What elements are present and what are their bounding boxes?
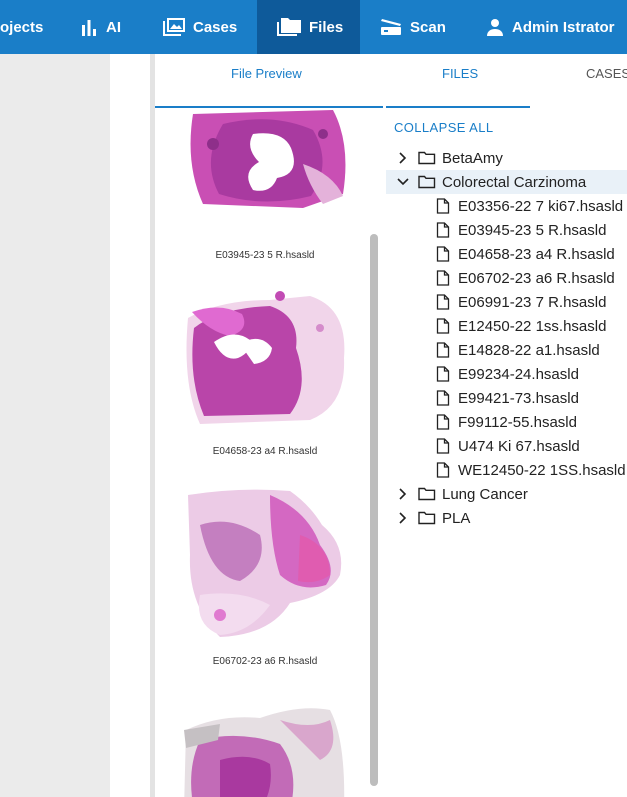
folder-label: Lung Cancer	[442, 485, 528, 503]
file-label: E03945-23 5 R.hsasld	[458, 221, 607, 239]
file-preview-panel: E03945-23 5 R.hsasld E04658-23 a4 R.hsas…	[155, 110, 383, 797]
tab-cases[interactable]: CASES	[586, 66, 627, 81]
file-icon	[436, 198, 450, 214]
file-icon	[436, 318, 450, 334]
chevron-right-icon[interactable]	[396, 487, 410, 501]
file-label: E99421-73.hsasld	[458, 389, 579, 407]
left-panel-background	[0, 54, 110, 797]
file-icon	[436, 414, 450, 430]
collapse-all-button[interactable]: COLLAPSE ALL	[394, 120, 493, 135]
thumbnail-caption: E03945-23 5 R.hsasld	[215, 250, 315, 261]
tree-file[interactable]: WE12450-22 1SS.hsasld	[436, 458, 626, 482]
nav-scan[interactable]: Scan	[380, 0, 446, 54]
file-icon	[436, 222, 450, 238]
tree-file[interactable]: E06702-23 a6 R.hsasld	[436, 266, 615, 290]
tree-file[interactable]: E99234-24.hsasld	[436, 362, 579, 386]
thumbnail-caption: E04658-23 a4 R.hsasld	[212, 446, 318, 457]
tree-file[interactable]: E06991-23 7 R.hsasld	[436, 290, 606, 314]
tree-folder-pla[interactable]: PLA	[396, 506, 470, 530]
tree-file[interactable]: E12450-22 1ss.hsasld	[436, 314, 606, 338]
thumbnail-caption: E06702-23 a6 R.hsasld	[212, 656, 318, 667]
tree-file[interactable]: E03356-22 7 ki67.hsasld	[436, 194, 623, 218]
file-label: WE12450-22 1SS.hsasld	[458, 461, 626, 479]
slide-thumbnail[interactable]	[180, 485, 350, 640]
nav-ai[interactable]: AI	[80, 0, 121, 54]
file-label: E06702-23 a6 R.hsasld	[458, 269, 615, 287]
nav-ai-label: AI	[106, 18, 121, 36]
file-icon	[436, 390, 450, 406]
left-panel-gutter	[110, 54, 152, 797]
slide-thumbnail[interactable]	[180, 700, 350, 797]
tree-folder-colorectal-carzinoma[interactable]: Colorectal Carzinoma	[386, 170, 627, 194]
nav-cases[interactable]: Cases	[163, 0, 237, 54]
preview-scrollbar[interactable]	[370, 234, 378, 786]
file-label: E06991-23 7 R.hsasld	[458, 293, 607, 311]
file-icon	[436, 366, 450, 382]
tab-files[interactable]: FILES	[442, 66, 478, 81]
folder-icon	[418, 151, 436, 165]
nav-files[interactable]: Files	[257, 0, 360, 54]
slide-thumbnail[interactable]	[183, 110, 353, 214]
tree-file[interactable]: E99421-73.hsasld	[436, 386, 579, 410]
folder-label: BetaAmy	[442, 149, 503, 167]
top-nav-bar: ojects AI Cases Files Scan Admin Istrato…	[0, 0, 627, 54]
file-icon	[436, 462, 450, 478]
tree-folder-betaamy[interactable]: BetaAmy	[396, 146, 503, 170]
file-label: E99234-24.hsasld	[458, 365, 579, 383]
tree-file[interactable]: E03945-23 5 R.hsasld	[436, 218, 606, 242]
file-label: E03356-22 7 ki67.hsasld	[458, 197, 624, 215]
file-icon	[436, 270, 450, 286]
file-icon	[436, 294, 450, 310]
chevron-right-icon[interactable]	[396, 151, 410, 165]
tab-files-underline	[386, 106, 530, 108]
tree-file[interactable]: F99112-55.hsasld	[436, 410, 577, 434]
nav-files-label: Files	[309, 18, 344, 36]
chevron-down-icon[interactable]	[396, 175, 410, 189]
chevron-right-icon[interactable]	[396, 511, 410, 525]
file-label: F99112-55.hsasld	[458, 413, 577, 431]
folder-icon	[418, 175, 436, 189]
folder-label: PLA	[442, 509, 471, 527]
file-icon	[436, 246, 450, 262]
nav-scan-label: Scan	[410, 18, 446, 36]
scanner-icon	[380, 18, 402, 36]
nav-cases-label: Cases	[193, 18, 238, 36]
folder-copy-icon	[277, 18, 301, 36]
file-label: E12450-22 1ss.hsasld	[458, 317, 607, 335]
folder-icon	[418, 511, 436, 525]
tree-file[interactable]: E14828-22 a1.hsasld	[436, 338, 600, 362]
nav-user[interactable]: Admin Istrator	[486, 0, 615, 54]
photo-library-icon	[163, 18, 185, 36]
file-label: E14828-22 a1.hsasld	[458, 341, 600, 359]
nav-projects[interactable]: ojects	[0, 0, 43, 54]
folder-icon	[418, 487, 436, 501]
tab-file-preview-underline	[155, 106, 383, 108]
user-icon	[486, 18, 504, 36]
file-label: U474 Ki 67.hsasld	[458, 437, 580, 455]
nav-user-label: Admin Istrator	[512, 18, 615, 36]
tab-file-preview[interactable]: File Preview	[231, 66, 302, 81]
tree-folder-lung-cancer[interactable]: Lung Cancer	[396, 482, 528, 506]
file-icon	[436, 342, 450, 358]
folder-label: Colorectal Carzinoma	[442, 173, 587, 191]
slide-thumbnail[interactable]	[180, 288, 350, 428]
tree-file[interactable]: U474 Ki 67.hsasld	[436, 434, 580, 458]
bar-chart-icon	[80, 18, 98, 36]
tree-file[interactable]: E04658-23 a4 R.hsasld	[436, 242, 615, 266]
file-icon	[436, 438, 450, 454]
nav-projects-label: ojects	[0, 18, 44, 36]
file-label: E04658-23 a4 R.hsasld	[458, 245, 615, 263]
